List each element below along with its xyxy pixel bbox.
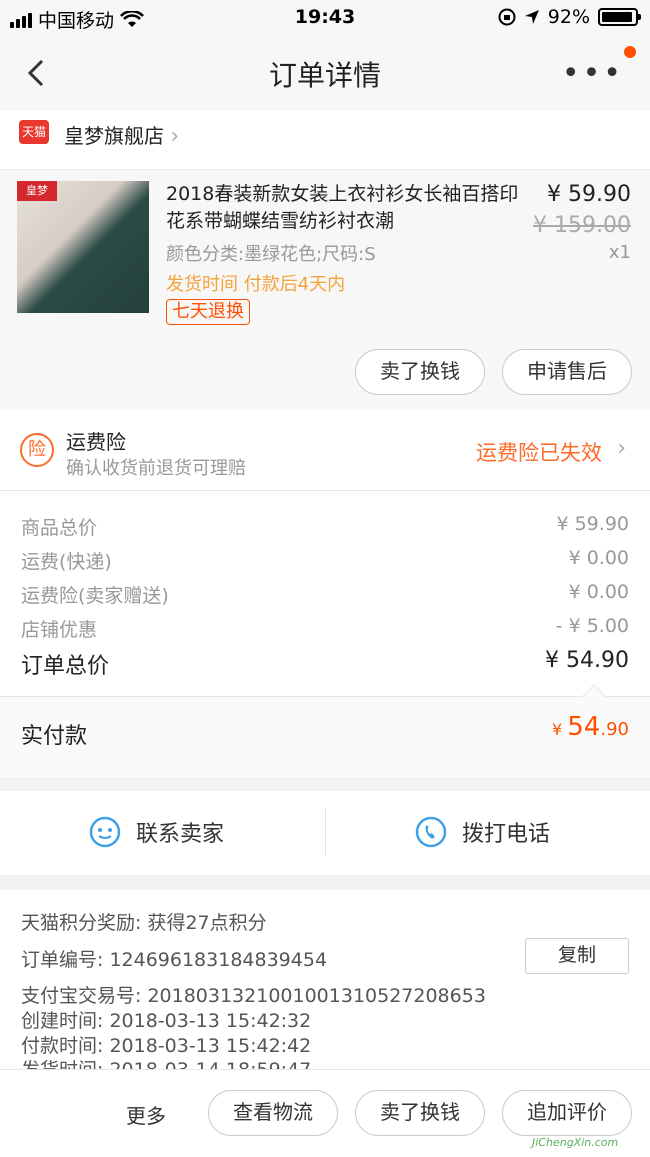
insurance-subtitle: 确认收货前退货可理赔 bbox=[66, 458, 246, 479]
paid-time: 付款时间: 2018-03-13 15:42:42 bbox=[21, 1035, 312, 1057]
brand-badge: 皇梦 bbox=[17, 181, 57, 201]
paid-label: 实付款 bbox=[21, 724, 88, 749]
watermark: JiChengXin.com bbox=[532, 1136, 619, 1149]
pointer-arrow bbox=[582, 684, 606, 697]
summary-label: 店铺优惠 bbox=[21, 619, 98, 641]
store-name[interactable]: 皇梦旗舰店 › bbox=[64, 120, 179, 149]
divider bbox=[325, 808, 326, 856]
order-total-label: 订单总价 bbox=[21, 654, 110, 679]
notification-dot bbox=[624, 46, 636, 58]
sell-button-footer[interactable]: 卖了换钱 bbox=[355, 1090, 485, 1136]
after-sale-button[interactable]: 申请售后 bbox=[502, 349, 632, 395]
chevron-right-icon: › bbox=[170, 124, 180, 149]
insurance-status: 运费险已失效 bbox=[476, 441, 602, 465]
insurance-icon: 险 bbox=[20, 433, 54, 467]
chat-face-icon bbox=[89, 816, 121, 848]
more-menu[interactable]: 更多 bbox=[126, 1100, 166, 1129]
ship-time-note: 发货时间 付款后4天内 bbox=[166, 274, 346, 295]
product-title: 2018春装新款女装上衣衬衫女长袖百搭印花系带蝴蝶结雪纺衫衬衣潮 bbox=[166, 183, 519, 232]
summary-value: ¥ 0.00 bbox=[568, 581, 629, 603]
points-reward: 天猫积分奖励: 获得27点积分 bbox=[21, 912, 267, 934]
chevron-right-icon: › bbox=[617, 436, 626, 461]
paid-amount: ¥ 54.90 bbox=[551, 712, 629, 742]
original-price: ¥ 159.00 bbox=[533, 213, 631, 238]
summary-value: ¥ 0.00 bbox=[568, 547, 629, 569]
page-title: 订单详情 bbox=[268, 59, 381, 92]
insurance-title: 运费险 bbox=[66, 430, 126, 454]
summary-label: 商品总价 bbox=[21, 517, 98, 539]
view-logistics-button[interactable]: 查看物流 bbox=[208, 1090, 338, 1136]
contact-seller-button[interactable]: 联系卖家 bbox=[88, 815, 224, 849]
add-review-button[interactable]: 追加评价 bbox=[502, 1090, 632, 1136]
quantity: x1 bbox=[608, 242, 631, 263]
battery-icon bbox=[598, 8, 641, 26]
product-spec: 颜色分类:墨绿花色;尺码:S bbox=[166, 244, 376, 265]
sell-button[interactable]: 卖了换钱 bbox=[355, 349, 485, 395]
copy-button[interactable]: 复制 bbox=[525, 938, 629, 974]
call-phone-button[interactable]: 拨打电话 bbox=[414, 815, 550, 849]
rotation-lock-icon bbox=[498, 8, 516, 26]
summary-label: 运费(快递) bbox=[21, 551, 112, 573]
created-time: 创建时间: 2018-03-13 15:42:32 bbox=[21, 1010, 312, 1032]
divider bbox=[0, 490, 650, 491]
order-number: 订单编号: 124696183184839454 bbox=[21, 949, 328, 971]
more-icon[interactable]: ••• bbox=[562, 59, 624, 89]
product-price: ¥ 59.90 bbox=[547, 182, 631, 207]
nav-bar: 订单详情 ••• bbox=[0, 36, 650, 111]
order-total-value: ¥ 54.90 bbox=[545, 648, 629, 673]
summary-label: 运费险(卖家赠送) bbox=[21, 585, 169, 607]
tmall-logo-icon: 天猫 bbox=[19, 120, 49, 144]
status-right: 92% bbox=[498, 6, 641, 28]
phone-icon bbox=[415, 816, 447, 848]
summary-value: ¥ 59.90 bbox=[556, 513, 629, 535]
summary-value: - ¥ 5.00 bbox=[555, 615, 629, 637]
alipay-trade-no: 支付宝交易号: 2018031321001001310527208653 bbox=[21, 985, 486, 1007]
battery-percent: 92% bbox=[547, 6, 590, 28]
location-icon bbox=[524, 10, 539, 24]
return-policy-tag: 七天退换 bbox=[166, 299, 250, 325]
